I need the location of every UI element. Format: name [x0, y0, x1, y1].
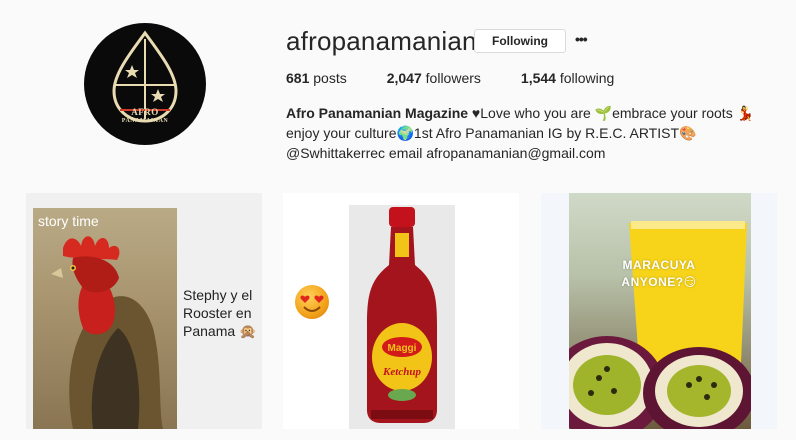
posts-count: 681 — [286, 70, 310, 86]
star-icon — [151, 89, 165, 102]
avatar-logo-icon — [112, 30, 178, 123]
followers-stat[interactable]: 2,047 followers — [387, 70, 481, 86]
post-3-caption: MARACUYA ANYONE?😏 — [604, 257, 714, 291]
profile-bio: Afro Panamanian Magazine ♥Love who you a… — [286, 103, 786, 163]
following-button[interactable]: Following — [474, 29, 566, 53]
ketchup-photo: Maggi Ketchup — [349, 205, 455, 429]
maracuya-photo — [569, 193, 751, 429]
post-2-brand: Maggi — [388, 343, 417, 354]
followers-count: 2,047 — [386, 70, 422, 86]
post-1-caption: story time — [38, 213, 99, 229]
post-1-text: Stephy y el Rooster en Panama 🙊 — [183, 287, 257, 339]
posts-stat: 681 posts — [286, 70, 347, 86]
following-label: following — [555, 70, 615, 86]
post-3-caption-line1: MARACUYA — [622, 258, 696, 272]
profile-avatar[interactable]: AFRO PANAMANIAN — [84, 23, 206, 145]
profile-full-name: Afro Panamanian Magazine — [286, 105, 469, 121]
profile-stats: 681 posts 2,047 followers 1,544 followin… — [286, 70, 654, 86]
ellipsis-icon[interactable]: ••• — [575, 31, 589, 49]
avatar-logo-line2: PANAMANIAN — [121, 118, 169, 124]
avatar-logo-line1: AFRO — [131, 107, 159, 117]
heart-eyes-emoji-icon — [295, 285, 329, 319]
post-thumbnail-1[interactable]: story time Stephy y el Rooster en Panama… — [26, 193, 262, 429]
rooster-photo — [33, 208, 177, 429]
post-thumbnail-2[interactable]: Maggi Ketchup — [283, 193, 519, 429]
posts-label: posts — [309, 70, 347, 86]
post-thumbnail-3[interactable]: MARACUYA ANYONE?😏 — [541, 193, 777, 429]
post-2-product: Ketchup — [382, 366, 421, 378]
profile-username: afropanamanian — [286, 26, 477, 56]
star-icon — [125, 65, 139, 78]
following-stat[interactable]: 1,544 following — [521, 70, 614, 86]
following-count: 1,544 — [520, 70, 556, 86]
followers-label: followers — [421, 70, 481, 86]
post-3-caption-line2: ANYONE?😏 — [621, 275, 697, 289]
